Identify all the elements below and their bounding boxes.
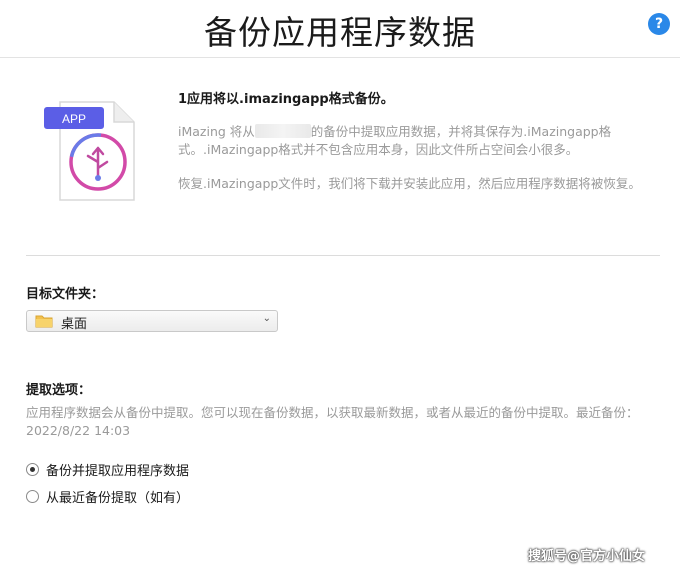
help-button[interactable]: ? (648, 13, 670, 35)
option-label: 从最近备份提取（如有） (46, 491, 190, 506)
info-p1-pre: iMazing 将从 (178, 124, 255, 139)
extract-description: 应用程序数据会从备份中提取。您可以现在备份数据，以获取最新数据，或者从最近的备份… (26, 405, 639, 438)
target-folder-select[interactable]: 桌面 ⌄ (26, 310, 278, 332)
radio-unselected-icon[interactable] (26, 490, 39, 503)
redacted-device-name (254, 124, 311, 138)
target-folder-label: 目标文件夹： (26, 287, 105, 302)
folder-icon (35, 315, 53, 328)
app-badge-text: APP (62, 112, 86, 126)
info-paragraph-1: iMazing 将从 的备份中提取应用数据，并将其保存为.iMazingapp格式… (178, 123, 648, 159)
radio-selected-icon[interactable] (26, 463, 39, 476)
option-backup-and-extract[interactable]: 备份并提取应用程序数据 (26, 460, 189, 479)
info-section: 1应用将以.imazingapp格式备份。 iMazing 将从 的备份中提取应用… (178, 88, 648, 209)
section-divider (26, 255, 660, 256)
extract-options-label: 提取选项： (26, 383, 92, 398)
watermark: 搜狐号@官方小仙女 (528, 549, 646, 564)
option-extract-latest[interactable]: 从最近备份提取（如有） (26, 487, 189, 506)
chevron-down-icon: ⌄ (262, 313, 271, 324)
page-title: 备份应用程序数据 (204, 13, 476, 52)
header-bar: 备份应用程序数据 ? (0, 0, 680, 58)
target-folder-value: 桌面 (61, 317, 88, 332)
imazingapp-file-icon: APP (44, 101, 135, 201)
option-label: 备份并提取应用程序数据 (46, 464, 190, 479)
info-paragraph-2: 恢复.iMazingapp文件时，我们将下载并安装此应用，然后应用程序数据将被恢… (178, 176, 641, 191)
info-heading: 1应用将以.imazingapp格式备份。 (178, 92, 394, 107)
